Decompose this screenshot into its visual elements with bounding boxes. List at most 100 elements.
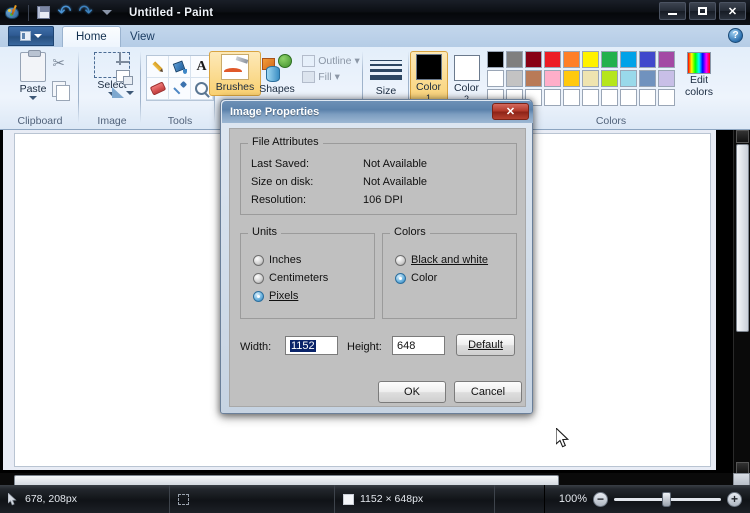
resize-icon[interactable]: [116, 70, 133, 85]
file-attributes-fieldset: File Attributes Last Saved: Not Availabl…: [240, 136, 517, 215]
palette-swatch-1-8[interactable]: [639, 70, 656, 87]
ok-button-label: OK: [404, 386, 420, 398]
palette-swatch-0-7[interactable]: [620, 51, 637, 68]
width-label: Width:: [240, 341, 272, 353]
palette-swatch-2-9[interactable]: [658, 89, 675, 106]
palette-swatch-1-1[interactable]: [506, 70, 523, 87]
divider: [78, 51, 79, 123]
color2-swatch[interactable]: [453, 55, 480, 81]
palette-swatch-1-2[interactable]: [525, 70, 542, 87]
image-size-icon: [343, 493, 354, 505]
color-picker-icon[interactable]: [169, 78, 191, 100]
outline-button[interactable]: Outline ▾: [302, 55, 360, 67]
chevron-down-icon[interactable]: [96, 3, 117, 23]
cut-button[interactable]: ✂: [52, 54, 66, 73]
palette-swatch-2-4[interactable]: [563, 89, 580, 106]
help-icon[interactable]: ?: [728, 28, 743, 43]
chevron-down-icon[interactable]: ▾: [335, 71, 340, 83]
palette-swatch-0-2[interactable]: [525, 51, 542, 68]
palette-swatch-1-0[interactable]: [487, 70, 504, 87]
palette-swatch-2-3[interactable]: [544, 89, 561, 106]
paint-application-window: ↶ ↷ Untitled - Paint ✕ Home View ? Paste…: [0, 0, 750, 513]
ok-button[interactable]: OK: [378, 381, 446, 403]
chevron-down-icon[interactable]: [126, 91, 134, 95]
palette-swatch-1-4[interactable]: [563, 70, 580, 87]
height-input[interactable]: 648: [392, 336, 445, 355]
selection-size-icon: [178, 493, 189, 505]
palette-swatch-0-1[interactable]: [506, 51, 523, 68]
cancel-button[interactable]: Cancel: [454, 381, 522, 403]
shapes-button[interactable]: Shapes: [253, 52, 301, 97]
vertical-scrollbar[interactable]: [733, 130, 750, 475]
eraser-icon[interactable]: [147, 78, 169, 100]
palette-swatch-2-8[interactable]: [639, 89, 656, 106]
radio-indicator: [395, 254, 406, 266]
color1-label: Color: [415, 81, 442, 93]
tab-view[interactable]: View: [117, 26, 168, 47]
copy-icon[interactable]: [52, 81, 71, 101]
redo-icon[interactable]: ↷: [75, 3, 96, 23]
palette-swatch-2-5[interactable]: [582, 89, 599, 106]
tools-grid: A: [146, 55, 214, 101]
palette-swatch-0-8[interactable]: [639, 51, 656, 68]
file-menu-button[interactable]: [8, 26, 54, 46]
palette-swatch-0-9[interactable]: [658, 51, 675, 68]
palette-swatch-1-9[interactable]: [658, 70, 675, 87]
palette-swatch-1-3[interactable]: [544, 70, 561, 87]
edit-colors-label-2: colors: [684, 86, 713, 98]
dialog-close-button[interactable]: ✕: [492, 103, 529, 120]
zoom-slider[interactable]: [614, 491, 721, 507]
palette-swatch-0-5[interactable]: [582, 51, 599, 68]
resolution-label: Resolution:: [251, 194, 307, 206]
chevron-down-icon[interactable]: [28, 96, 37, 100]
save-icon[interactable]: [33, 3, 54, 23]
palette-swatch-1-7[interactable]: [620, 70, 637, 87]
radio-black-and-white[interactable]: Black and white: [395, 254, 488, 266]
fill-button[interactable]: Fill ▾: [302, 71, 360, 83]
size-button[interactable]: Size: [364, 55, 408, 99]
paste-button[interactable]: Paste: [14, 50, 53, 102]
zoom-out-button[interactable]: −: [593, 491, 608, 507]
palette-swatch-2-6[interactable]: [601, 89, 618, 106]
maximize-button[interactable]: [689, 2, 716, 20]
zoom-in-button[interactable]: +: [727, 491, 742, 507]
radio-inches[interactable]: Inches: [253, 254, 328, 266]
scroll-up-button[interactable]: [736, 130, 749, 143]
minimize-button[interactable]: [659, 2, 686, 20]
tab-view-label: View: [130, 30, 155, 43]
palette-swatch-0-4[interactable]: [563, 51, 580, 68]
palette-swatch-0-0[interactable]: [487, 51, 504, 68]
color2-label: Color: [453, 82, 480, 94]
radio-pixels[interactable]: Pixels: [253, 290, 328, 302]
color1-swatch[interactable]: [415, 54, 442, 80]
fill-with-color-icon[interactable]: [169, 56, 191, 78]
rotate-icon[interactable]: [112, 87, 124, 98]
vertical-scroll-thumb[interactable]: [736, 144, 749, 332]
zoom-slider-thumb[interactable]: [662, 491, 671, 507]
default-button[interactable]: Default: [456, 334, 515, 356]
crop-icon[interactable]: [116, 52, 130, 65]
radio-color[interactable]: Color: [395, 272, 488, 284]
tab-home[interactable]: Home: [62, 26, 121, 47]
undo-icon[interactable]: ↶: [54, 3, 75, 23]
cursor-position-icon: [7, 491, 19, 506]
width-input[interactable]: 1152: [285, 336, 338, 355]
width-value: 1152: [290, 339, 316, 352]
cursor-position-value: 678, 208px: [25, 493, 77, 505]
group-label-clipboard: Clipboard: [17, 115, 63, 127]
palette-swatch-2-7[interactable]: [620, 89, 637, 106]
line-size-icon: [370, 57, 402, 80]
palette-swatch-0-6[interactable]: [601, 51, 618, 68]
close-button[interactable]: ✕: [719, 2, 746, 20]
status-cursor-position: 678, 208px: [0, 485, 170, 513]
edit-colors-button[interactable]: Edit colors: [685, 52, 713, 98]
radio-centimeters[interactable]: Centimeters: [253, 272, 328, 284]
brush-icon: [221, 54, 249, 80]
palette-swatch-1-6[interactable]: [601, 70, 618, 87]
size-on-disk-label: Size on disk:: [251, 176, 314, 188]
palette-swatch-0-3[interactable]: [544, 51, 561, 68]
chevron-down-icon[interactable]: ▾: [355, 55, 360, 67]
cancel-button-label: Cancel: [470, 386, 506, 398]
pencil-icon[interactable]: [147, 56, 169, 78]
palette-swatch-1-5[interactable]: [582, 70, 599, 87]
